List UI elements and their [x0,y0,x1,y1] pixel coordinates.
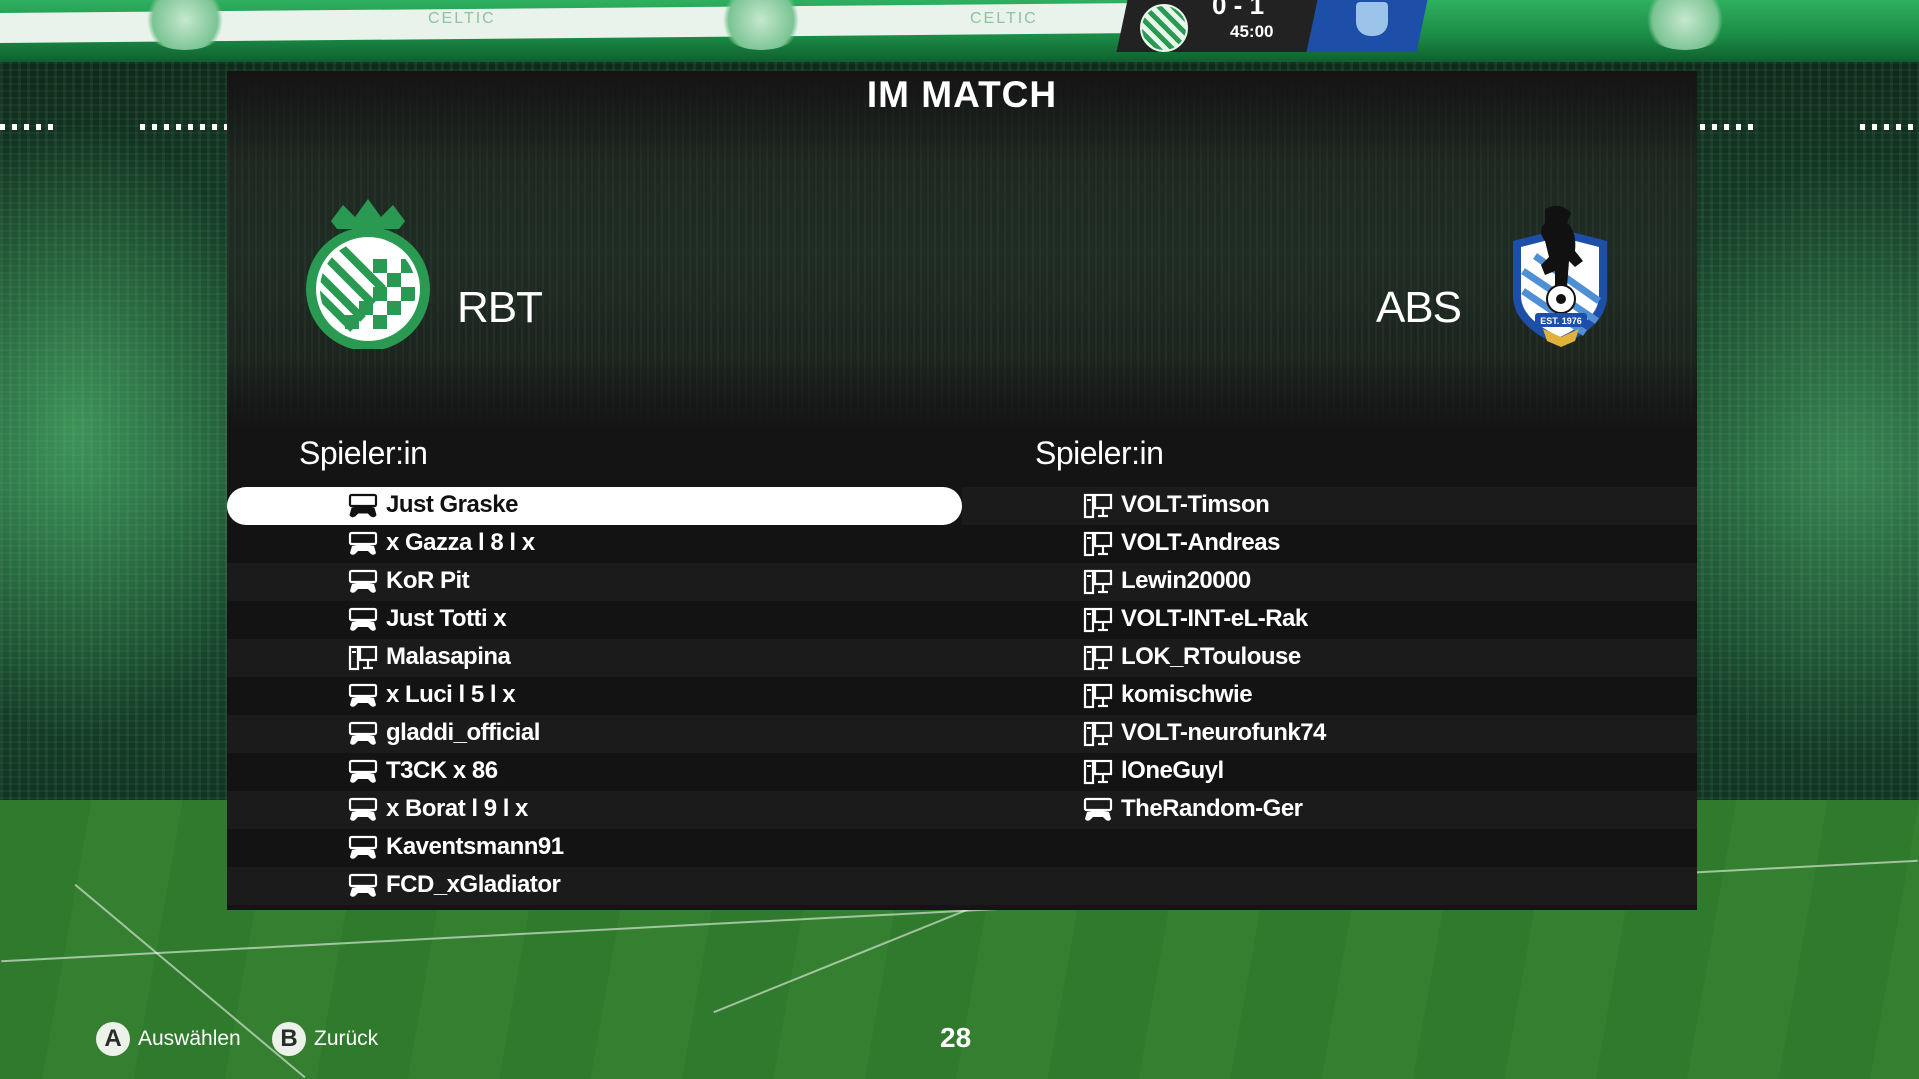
pc-icon [1083,759,1113,785]
home-players-header: Spieler:in [299,435,428,471]
player-row[interactable]: VOLT-neurofunk74 [962,715,1697,753]
back-button[interactable]: B Zurück [272,1021,378,1057]
pc-icon [1083,721,1113,747]
home-crest-icon [1140,4,1188,52]
pc-icon [1083,493,1113,519]
celtic-crest-icon [140,0,230,50]
home-player-list: Just Graske x Gazza l 8 l x KoR Pit Just To… [227,487,962,905]
pc-icon [1083,645,1113,671]
controller-icon [348,493,378,519]
player-name: VOLT-neurofunk74 [1121,719,1326,746]
page-number: 28 [940,1022,972,1053]
a-button-icon: A [96,1022,130,1056]
roof-text: CELTIC [970,10,1038,27]
player-name: LOK_RToulouse [1121,643,1301,670]
player-row[interactable]: KoR Pit [227,563,962,601]
player-row[interactable]: VOLT-INT-eL-Rak [962,601,1697,639]
player-row[interactable]: Lewin20000 [962,563,1697,601]
pc-icon [348,645,378,671]
player-name: Lewin20000 [1121,567,1251,594]
pc-icon [1083,607,1113,633]
player-name: VOLT-Andreas [1121,529,1280,556]
select-button[interactable]: A Auswählen [96,1021,241,1057]
player-name: gladdi_official [386,719,540,746]
player-row[interactable]: FCD_xGladiator [227,867,962,905]
scoreboard: 0 - 1 45:00 [1108,0,1428,58]
player-row[interactable]: Malasapina [227,639,962,677]
player-row[interactable]: lOneGuyl [962,753,1697,791]
player-name: komischwie [1121,681,1253,708]
floodlights-right [1700,124,1760,130]
player-row[interactable]: VOLT-Andreas [962,525,1697,563]
player-row[interactable]: T3CK x 86 [227,753,962,791]
celtic-crest-icon [1640,0,1730,50]
team-header-strip [227,71,1697,431]
controller-icon [348,759,378,785]
player-name: KoR Pit [386,567,470,594]
controller-icon [348,531,378,557]
away-players-header: Spieler:in [1035,435,1164,471]
screen-title: IM MATCH [866,74,1058,115]
celtic-crest-icon [716,0,806,50]
player-row[interactable]: TheRandom-Ger [962,791,1697,829]
player-name: VOLT-Timson [1121,491,1270,518]
player-name: VOLT-INT-eL-Rak [1121,605,1308,632]
roof-banner: CELTIC CELTIC [0,0,1919,62]
pc-icon [1083,569,1113,595]
player-row[interactable]: x Gazza l 8 l x [227,525,962,563]
match-panel: IM MATCH RBT EST. 1976 ABS Spieler:in Sp… [227,71,1697,910]
green-checkered-crest-icon [303,199,433,351]
player-row[interactable]: Just Graske [227,487,962,525]
player-name: T3CK x 86 [386,757,498,784]
controller-icon [348,797,378,823]
player-row [962,867,1697,905]
controller-icon [348,607,378,633]
player-name: x Borat l 9 l x [386,795,528,822]
floodlights-left [140,124,230,130]
floodlights-left [0,124,60,130]
crest-text: EST. 1976 [1540,316,1582,326]
controller-icon [348,569,378,595]
bear-shield-crest-icon: EST. 1976 [1505,201,1615,351]
player-row[interactable]: komischwie [962,677,1697,715]
player-name: Just Graske [386,491,518,518]
player-row[interactable]: Kaventsmann91 [227,829,962,867]
player-row[interactable]: x Borat l 9 l x [227,791,962,829]
back-label: Zurück [314,1027,379,1050]
controller-icon [348,873,378,899]
player-name: Malasapina [386,643,511,670]
player-name: x Gazza l 8 l x [386,529,535,556]
player-row [962,829,1697,867]
player-row[interactable]: Just Totti x [227,601,962,639]
player-row[interactable]: LOK_RToulouse [962,639,1697,677]
player-name: TheRandom-Ger [1121,795,1303,822]
away-crest-icon [1356,2,1388,36]
player-row[interactable]: x Luci l 5 l x [227,677,962,715]
select-label: Auswählen [138,1027,241,1050]
pc-icon [1083,531,1113,557]
player-name: x Luci l 5 l x [386,681,516,708]
b-button-icon: B [272,1022,306,1056]
player-row[interactable]: gladdi_official [227,715,962,753]
player-name: lOneGuyl [1121,757,1224,784]
controller-icon [348,721,378,747]
player-row[interactable]: VOLT-Timson [962,487,1697,525]
scoreboard-score: 0 - 1 [1212,0,1265,20]
controller-icon [348,683,378,709]
scoreboard-time: 45:00 [1230,22,1274,41]
player-name: Just Totti x [386,605,507,632]
roof-text: CELTIC [428,10,496,27]
pc-icon [1083,683,1113,709]
controller-icon [348,835,378,861]
player-name: FCD_xGladiator [386,871,561,898]
controller-icon [1083,797,1113,823]
floodlights-right [1860,124,1919,130]
away-player-list: VOLT-Timson VOLT-Andreas Lewin20000 VOLT-IN… [962,487,1697,905]
player-name: Kaventsmann91 [386,833,564,860]
home-team-name: RBT [457,283,543,332]
away-team-name: ABS [1375,283,1462,332]
